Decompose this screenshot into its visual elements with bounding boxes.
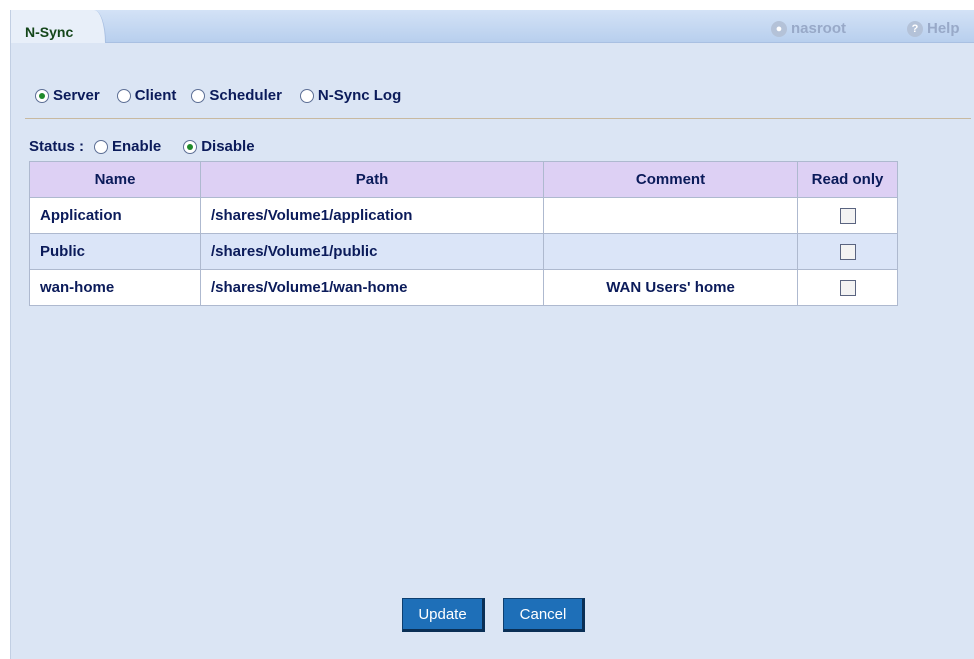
read-only-cell <box>797 233 898 270</box>
read-only-checkbox[interactable] <box>839 208 856 225</box>
status-radio-disable[interactable]: Disable <box>183 138 255 155</box>
read-only-checkbox[interactable] <box>839 244 856 261</box>
mode-radio-nsync-log[interactable]: N-Sync Log <box>299 87 402 104</box>
table-row[interactable]: Public /shares/Volume1/public <box>29 233 898 270</box>
share-name: Application <box>29 197 201 234</box>
tab-nsync-label: N-Sync <box>25 24 74 40</box>
share-path: /shares/Volume1/application <box>200 197 544 234</box>
share-name: Public <box>29 233 201 270</box>
radio-button-icon <box>94 139 109 154</box>
share-comment <box>543 233 798 270</box>
user-icon: ● <box>771 20 787 37</box>
read-only-checkbox[interactable] <box>839 280 856 297</box>
help-icon: ? <box>907 20 923 37</box>
radio-button-icon <box>183 139 198 154</box>
column-header-path: Path <box>200 161 544 198</box>
status-radio-enable[interactable]: Enable <box>94 138 161 155</box>
user-label: nasroot <box>791 20 847 37</box>
status-label: Status : <box>29 138 85 155</box>
read-only-cell <box>797 269 898 306</box>
nsync-panel: N-Sync ● nasroot ? Help Server Client Sc… <box>10 10 974 659</box>
cancel-button[interactable]: Cancel <box>503 598 585 632</box>
column-header-comment: Comment <box>543 161 798 198</box>
mode-radio-server[interactable]: Server <box>35 87 100 104</box>
update-button[interactable]: Update <box>402 598 485 632</box>
share-comment: WAN Users' home <box>543 269 798 306</box>
mode-radio-scheduler[interactable]: Scheduler <box>191 87 282 104</box>
table-row[interactable]: Application /shares/Volume1/application <box>29 197 898 234</box>
shares-table: Name Path Comment Read only Application … <box>29 161 898 306</box>
share-name: wan-home <box>29 269 201 306</box>
table-header-row: Name Path Comment Read only <box>29 161 898 198</box>
radio-button-icon <box>116 88 131 103</box>
radio-button-icon <box>35 88 49 103</box>
help-link[interactable]: ? Help <box>907 20 960 37</box>
help-label: Help <box>927 20 960 37</box>
share-comment <box>543 197 798 234</box>
column-header-name: Name <box>29 161 201 198</box>
top-bar: N-Sync ● nasroot ? Help <box>11 10 974 43</box>
mode-radio-nsync-log-label: N-Sync Log <box>317 87 402 104</box>
read-only-cell <box>797 197 898 234</box>
mode-radio-client[interactable]: Client <box>116 87 177 104</box>
radio-button-icon <box>299 88 314 103</box>
tab-nsync[interactable]: N-Sync <box>11 10 106 43</box>
status-radio-disable-label: Disable <box>201 138 255 155</box>
share-path: /shares/Volume1/wan-home <box>200 269 544 306</box>
radio-button-icon <box>191 88 206 103</box>
share-path: /shares/Volume1/public <box>200 233 544 270</box>
mode-radio-group: Server Client Scheduler N-Sync Log <box>35 87 401 104</box>
section-divider <box>25 118 971 119</box>
status-radio-enable-label: Enable <box>112 138 162 155</box>
user-link[interactable]: ● nasroot <box>771 20 846 37</box>
table-row[interactable]: wan-home /shares/Volume1/wan-home WAN Us… <box>29 269 898 306</box>
mode-radio-scheduler-label: Scheduler <box>209 87 282 104</box>
column-header-read-only: Read only <box>797 161 898 198</box>
status-radio-group: Status : Enable Disable <box>29 138 255 155</box>
mode-radio-server-label: Server <box>53 87 100 104</box>
mode-radio-client-label: Client <box>134 87 177 104</box>
